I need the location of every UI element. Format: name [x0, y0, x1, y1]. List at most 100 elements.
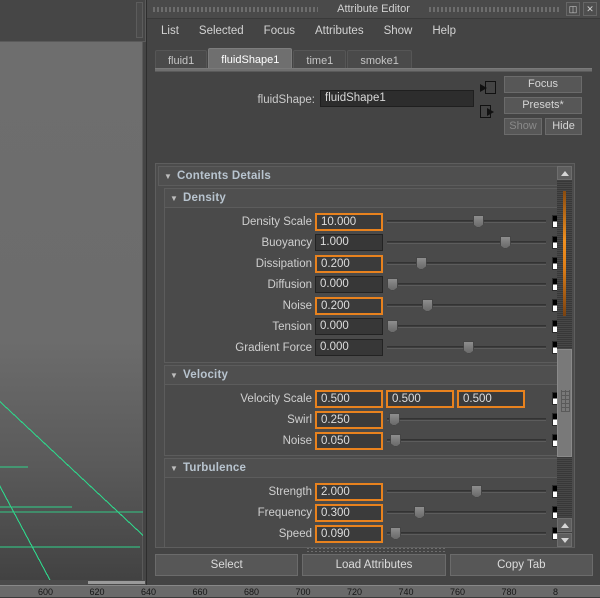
scroll-up-icon[interactable] [557, 166, 572, 180]
attr-input-diffusion[interactable]: 0.000 [315, 276, 383, 293]
menu-item-show[interactable]: Show [382, 24, 415, 38]
section-title-velocity: Velocity [183, 369, 228, 381]
timeline-tick-780: 780 [502, 586, 517, 598]
attr-slider-frequency[interactable] [387, 504, 546, 521]
attr-row-speed: Speed 0.090 [165, 523, 571, 544]
viewport-3d[interactable] [0, 0, 146, 585]
focus-button[interactable]: Focus [504, 76, 582, 93]
section-header-velocity[interactable]: ▼ Velocity [164, 365, 572, 385]
close-icon[interactable]: ✕ [583, 2, 597, 16]
attr-label-buoyancy: Buoyancy [165, 237, 315, 249]
menu-item-focus[interactable]: Focus [262, 24, 297, 38]
timeline-tick-8: 8 [553, 586, 558, 598]
presets-button[interactable]: Presets* [504, 97, 582, 114]
attr-label-velocity-noise: Noise [165, 435, 315, 447]
timeline-tick-720: 720 [347, 586, 362, 598]
timeline-ruler[interactable]: 6006206406606807007207407607808 [0, 585, 600, 597]
attr-row-frequency: Frequency 0.300 [165, 502, 571, 523]
attr-input-velocity-scale-z[interactable]: 0.500 [457, 390, 525, 408]
attr-row-gradient-force: Gradient Force 0.000 [165, 337, 571, 358]
scroll-up-icon-2[interactable] [557, 518, 572, 532]
chevron-down-icon: ▼ [159, 172, 177, 181]
timeline-tick-640: 640 [141, 586, 156, 598]
attr-slider-tension[interactable] [387, 318, 546, 335]
timeline-tick-660: 660 [193, 586, 208, 598]
scrollbar-thumb[interactable] [557, 349, 572, 457]
attr-slider-gradient-force[interactable] [387, 339, 546, 356]
attr-row-density-noise: Noise 0.200 [165, 295, 571, 316]
viewport-corner-widget [136, 2, 143, 38]
attr-input-tension[interactable]: 0.000 [315, 318, 383, 335]
output-connection-icon[interactable] [480, 105, 496, 119]
menu-item-selected[interactable]: Selected [197, 24, 246, 38]
attr-input-dissipation[interactable]: 0.200 [315, 255, 383, 273]
timeline-tick-760: 760 [450, 586, 465, 598]
node-name-row: fluidShape: fluidShape1 Focus Presets* S… [155, 71, 592, 137]
scroll-down-icon[interactable] [557, 533, 572, 547]
timeline-playback-bar[interactable] [88, 581, 145, 584]
attr-input-velocity-noise[interactable]: 0.050 [315, 432, 383, 450]
attr-slider-swirl[interactable] [387, 411, 546, 428]
scrollbar-modified-indicator [563, 191, 566, 316]
timeline-tick-740: 740 [399, 586, 414, 598]
attr-label-swirl: Swirl [165, 414, 315, 426]
attr-label-frequency: Frequency [165, 507, 315, 519]
attr-slider-density-scale[interactable] [387, 213, 546, 230]
section-header-turbulence[interactable]: ▼ Turbulence [164, 458, 572, 478]
copy-tab-button[interactable]: Copy Tab [450, 554, 593, 576]
attr-slider-dissipation[interactable] [387, 255, 546, 272]
menu-item-help[interactable]: Help [430, 24, 458, 38]
attr-row-dissipation: Dissipation 0.200 [165, 253, 571, 274]
section-title-density: Density [183, 192, 226, 204]
attr-row-density-scale: Density Scale 10.000 [165, 211, 571, 232]
attr-input-buoyancy[interactable]: 1.000 [315, 234, 383, 251]
attr-input-density-noise[interactable]: 0.200 [315, 297, 383, 315]
attr-input-velocity-scale-y[interactable]: 0.500 [386, 390, 454, 408]
attr-row-velocity-noise: Noise 0.050 [165, 430, 571, 451]
attr-slider-density-noise[interactable] [387, 297, 546, 314]
attribute-editor-window: Attribute Editor ◫ ✕ List Selected Focus… [146, 0, 600, 585]
attr-label-gradient-force: Gradient Force [165, 342, 315, 354]
attr-label-diffusion: Diffusion [165, 279, 315, 291]
window-title: Attribute Editor [147, 0, 600, 19]
attribute-scroll-area[interactable]: ▼ Contents Details ▼ Density Density Sca… [155, 163, 575, 548]
node-name-input[interactable]: fluidShape1 [320, 90, 474, 107]
attr-slider-buoyancy[interactable] [387, 234, 546, 251]
attr-row-strength: Strength 2.000 [165, 481, 571, 502]
attr-input-swirl[interactable]: 0.250 [315, 411, 383, 429]
attr-slider-speed[interactable] [387, 525, 546, 542]
section-header-contents-details[interactable]: ▼ Contents Details [158, 166, 572, 186]
restore-icon[interactable]: ◫ [566, 2, 580, 16]
attr-label-density-noise: Noise [165, 300, 315, 312]
node-name-label: fluidShape: [231, 94, 315, 106]
menu-item-attributes[interactable]: Attributes [313, 24, 366, 38]
attr-input-velocity-scale-x[interactable]: 0.500 [315, 390, 383, 408]
show-button[interactable]: Show [504, 118, 542, 135]
attr-input-speed[interactable]: 0.090 [315, 525, 383, 543]
hide-button[interactable]: Hide [545, 118, 582, 135]
menu-item-list[interactable]: List [159, 24, 181, 38]
attr-slider-strength[interactable] [387, 483, 546, 500]
attr-row-diffusion: Diffusion 0.000 [165, 274, 571, 295]
attr-input-gradient-force[interactable]: 0.000 [315, 339, 383, 356]
section-header-density[interactable]: ▼ Density [164, 188, 572, 208]
attr-label-speed: Speed [165, 528, 315, 540]
attr-input-density-scale[interactable]: 10.000 [315, 213, 383, 231]
attr-input-strength[interactable]: 2.000 [315, 483, 383, 501]
attr-slider-velocity-noise[interactable] [387, 432, 546, 449]
chevron-down-icon: ▼ [165, 464, 183, 473]
attr-row-swirl: Swirl 0.250 [165, 409, 571, 430]
panel-resize-grip[interactable] [307, 548, 447, 552]
select-button[interactable]: Select [155, 554, 298, 576]
window-title-bar[interactable]: Attribute Editor ◫ ✕ [147, 0, 600, 19]
attr-row-tension: Tension 0.000 [165, 316, 571, 337]
attr-label-dissipation: Dissipation [165, 258, 315, 270]
bottom-button-bar: Select Load Attributes Copy Tab [155, 554, 593, 576]
attr-input-frequency[interactable]: 0.300 [315, 504, 383, 522]
attr-slider-diffusion[interactable] [387, 276, 546, 293]
input-connection-icon[interactable] [480, 81, 496, 95]
chevron-down-icon: ▼ [165, 194, 183, 203]
attribute-scrollbar[interactable] [557, 166, 572, 547]
attr-row-buoyancy: Buoyancy 1.000 [165, 232, 571, 253]
load-attributes-button[interactable]: Load Attributes [302, 554, 445, 576]
